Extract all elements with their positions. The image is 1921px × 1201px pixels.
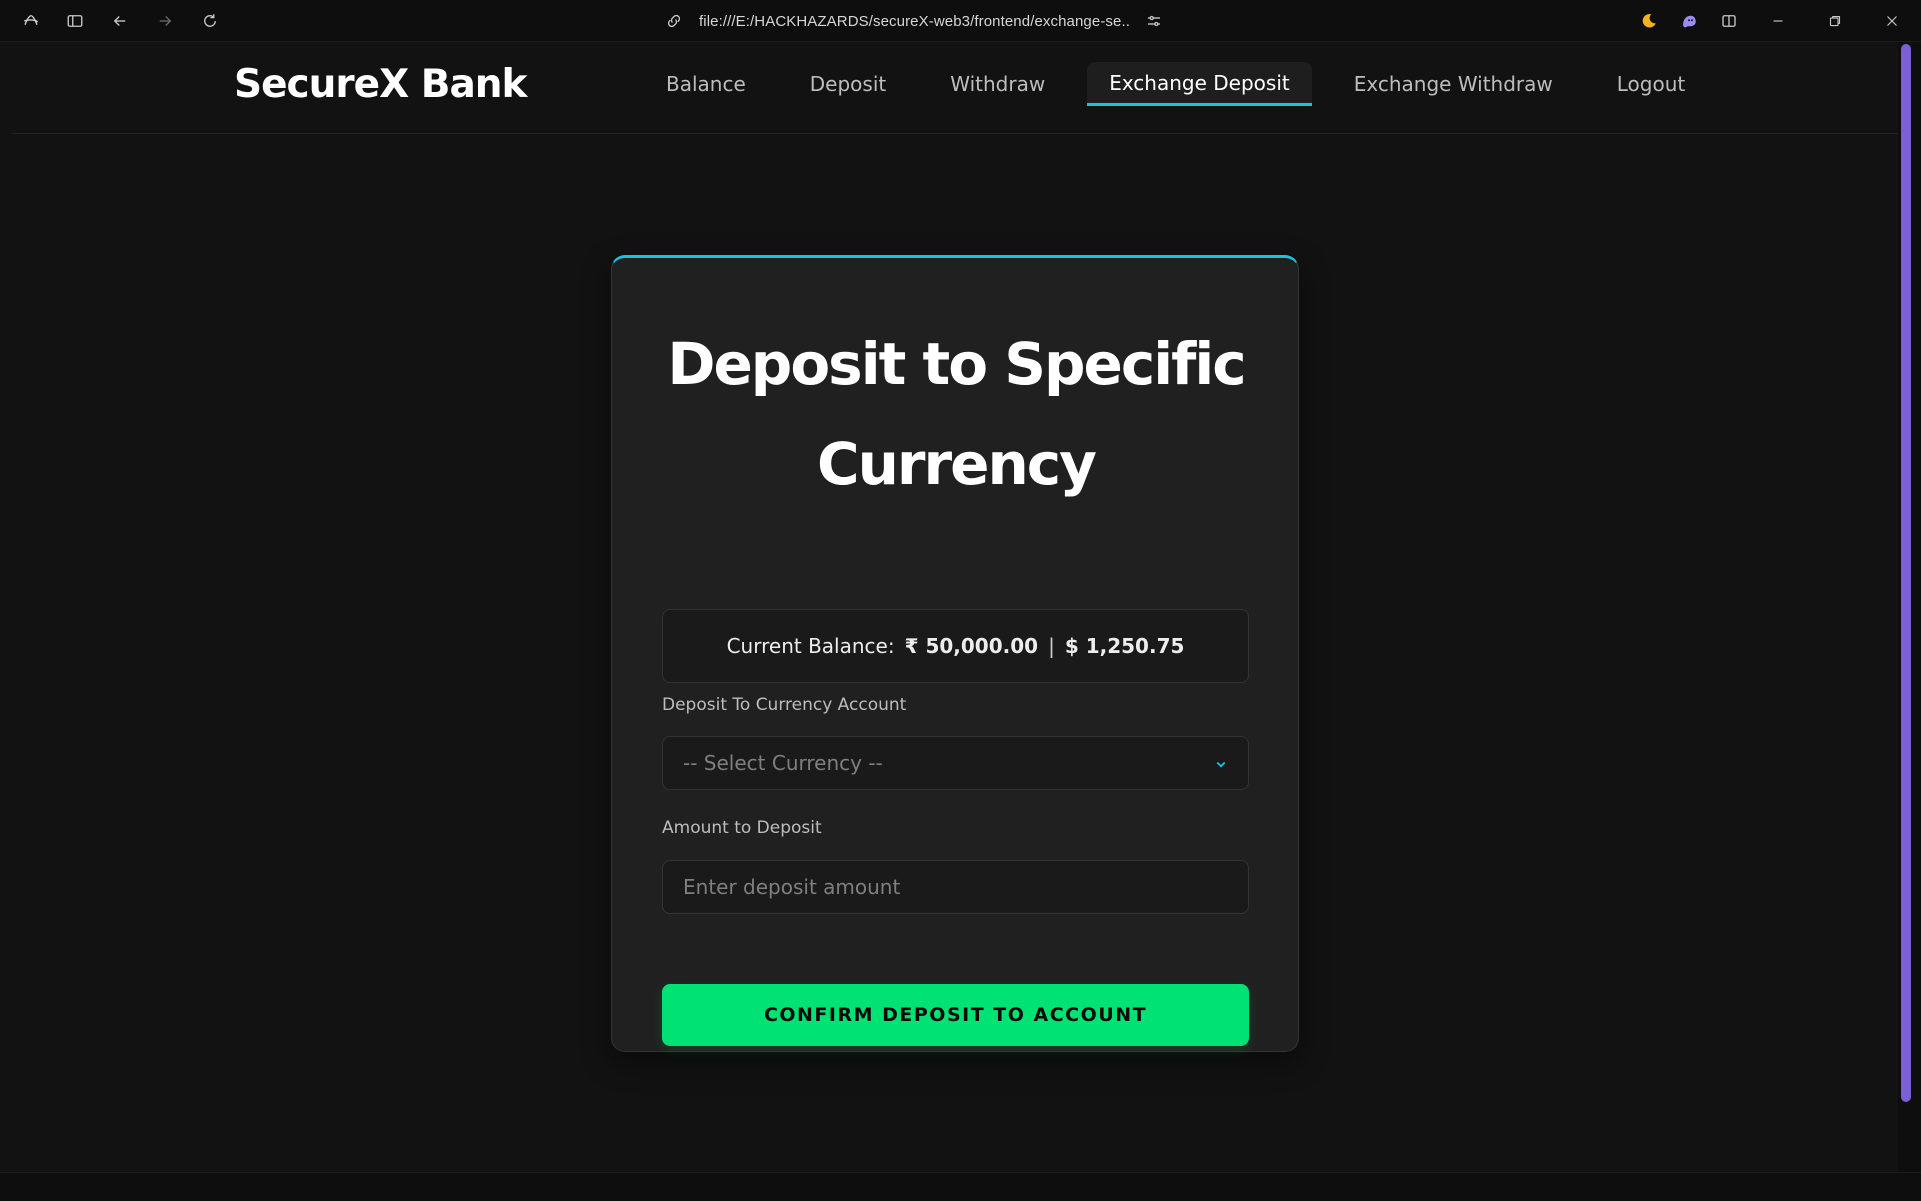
horizontal-scrollbar[interactable] — [0, 1172, 1921, 1201]
currency-field-label: Deposit To Currency Account — [662, 695, 907, 715]
ghost-extension-icon[interactable] — [1676, 8, 1702, 34]
browser-toolbar: file:///E:/HACKHAZARDS/secureX-web3/fron… — [0, 0, 1921, 42]
brand-logo[interactable]: SecureX Bank — [234, 62, 527, 107]
restore-icon[interactable] — [1822, 8, 1848, 34]
site-settings-icon[interactable] — [1145, 12, 1163, 30]
nav-withdraw[interactable]: Withdraw — [928, 62, 1067, 106]
balance-usd: $ 1,250.75 — [1064, 634, 1185, 658]
nav-exchange-withdraw[interactable]: Exchange Withdraw — [1332, 62, 1575, 106]
nav-balance[interactable]: Balance — [644, 62, 768, 106]
amount-input[interactable] — [683, 861, 1228, 913]
vertical-scrollbar-thumb[interactable] — [1901, 44, 1911, 1102]
moon-icon[interactable] — [1636, 8, 1662, 34]
page-title: Deposit to Specific Currency — [667, 330, 1246, 498]
deposit-card: Deposit to Specific Currency Current Bal… — [611, 255, 1299, 1052]
amount-input-wrapper[interactable] — [662, 860, 1249, 914]
amount-field-label: Amount to Deposit — [662, 818, 822, 838]
reload-icon[interactable] — [197, 8, 223, 34]
address-bar[interactable]: file:///E:/HACKHAZARDS/secureX-web3/fron… — [665, 7, 1185, 35]
nav-logout[interactable]: Logout — [1595, 62, 1707, 106]
sidebar-icon[interactable] — [62, 8, 88, 34]
close-icon[interactable] — [1879, 8, 1905, 34]
nav-deposit[interactable]: Deposit — [788, 62, 908, 106]
current-balance-box: Current Balance: ₹ 50,000.00 | $ 1,250.7… — [662, 609, 1249, 683]
confirm-deposit-button[interactable]: CONFIRM DEPOSIT TO ACCOUNT — [662, 984, 1249, 1046]
currency-select[interactable]: -- Select Currency -- — [662, 736, 1249, 790]
forward-icon[interactable] — [152, 8, 178, 34]
link-icon[interactable] — [665, 12, 683, 30]
minimize-icon[interactable] — [1765, 8, 1791, 34]
chevron-down-icon — [1216, 761, 1226, 768]
back-icon[interactable] — [107, 8, 133, 34]
balance-inr: ₹ 50,000.00 — [904, 634, 1039, 658]
arc-logo-icon[interactable] — [18, 8, 44, 34]
split-view-icon[interactable] — [1716, 8, 1742, 34]
nav-exchange-deposit[interactable]: Exchange Deposit — [1087, 62, 1312, 106]
page-viewport: SecureX Bank Balance Deposit Withdraw Ex… — [12, 42, 1898, 1172]
balance-label: Current Balance: — [726, 634, 895, 658]
main-nav: Balance Deposit Withdraw Exchange Deposi… — [644, 62, 1727, 106]
site-navbar: SecureX Bank Balance Deposit Withdraw Ex… — [12, 42, 1898, 134]
balance-separator: | — [1048, 634, 1055, 658]
url-text[interactable]: file:///E:/HACKHAZARDS/secureX-web3/fron… — [699, 13, 1129, 30]
currency-select-value: -- Select Currency -- — [683, 751, 883, 775]
